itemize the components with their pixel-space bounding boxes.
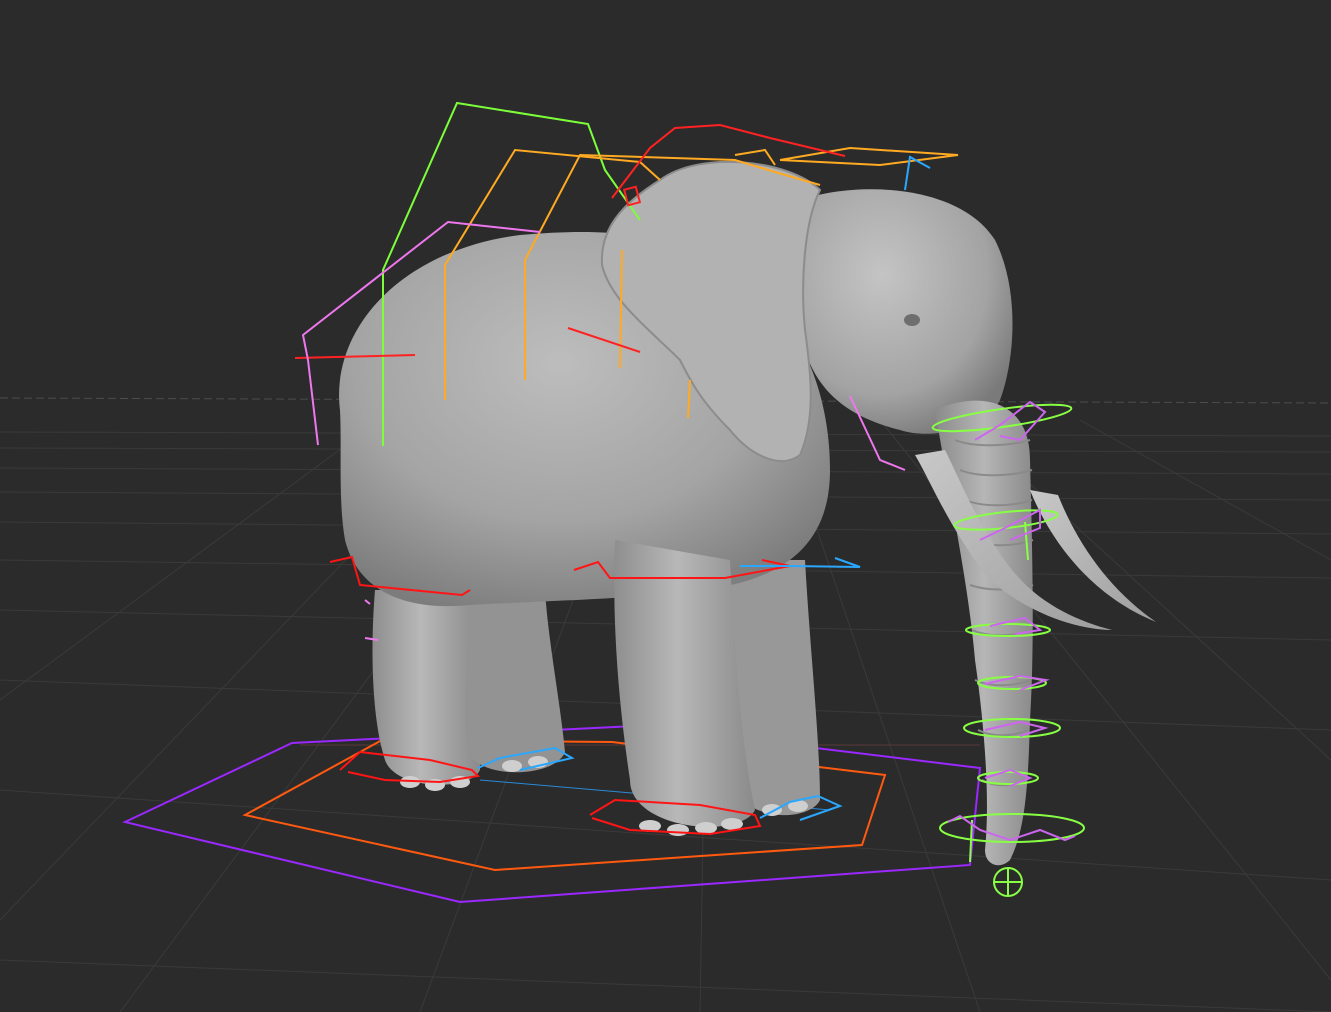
3d-viewport[interactable]	[0, 0, 1331, 1012]
head-control[interactable]	[904, 155, 931, 191]
elephant-head[interactable]	[794, 189, 1013, 434]
viewport-canvas[interactable]	[0, 0, 1331, 1012]
back-arc-control-3[interactable]	[779, 146, 959, 167]
elephant-tusk-far[interactable]	[1030, 490, 1156, 622]
elephant-eye	[904, 314, 920, 326]
back-right-leg[interactable]	[465, 590, 565, 773]
